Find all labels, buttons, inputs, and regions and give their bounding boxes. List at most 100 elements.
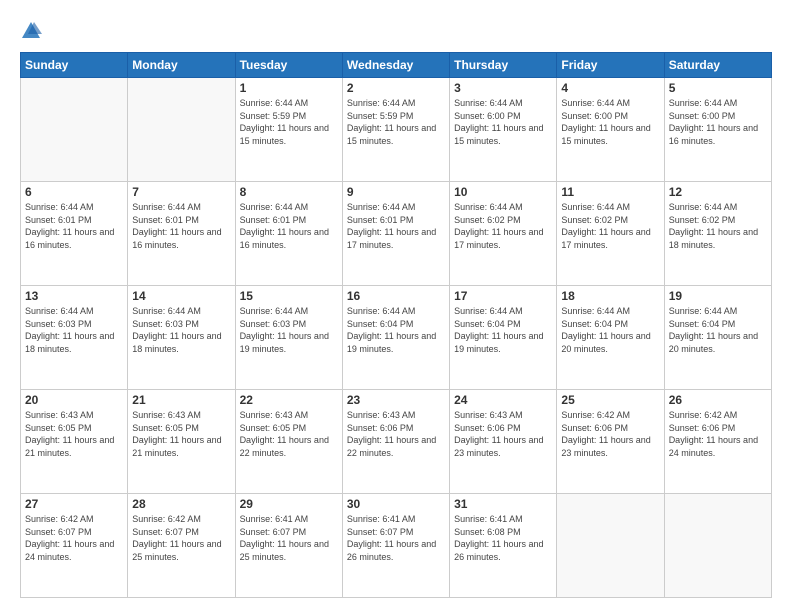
day-info: Sunrise: 6:42 AM Sunset: 6:07 PM Dayligh… [25, 513, 123, 563]
calendar-header-row: SundayMondayTuesdayWednesdayThursdayFrid… [21, 53, 772, 78]
day-number: 8 [240, 185, 338, 199]
calendar-cell: 1 Sunrise: 6:44 AM Sunset: 5:59 PM Daylig… [235, 78, 342, 182]
calendar-cell: 24 Sunrise: 6:43 AM Sunset: 6:06 PM Dayli… [450, 390, 557, 494]
day-info: Sunrise: 6:44 AM Sunset: 6:03 PM Dayligh… [25, 305, 123, 355]
calendar-cell: 18 Sunrise: 6:44 AM Sunset: 6:04 PM Dayli… [557, 286, 664, 390]
day-number: 25 [561, 393, 659, 407]
day-info: Sunrise: 6:41 AM Sunset: 6:07 PM Dayligh… [347, 513, 445, 563]
day-info: Sunrise: 6:43 AM Sunset: 6:06 PM Dayligh… [454, 409, 552, 459]
day-info: Sunrise: 6:41 AM Sunset: 6:07 PM Dayligh… [240, 513, 338, 563]
calendar-cell: 22Sunrise: 6:43 AM Sunset: 6:05 PM Dayli… [235, 390, 342, 494]
day-info: Sunrise: 6:44 AM Sunset: 6:03 PM Dayligh… [132, 305, 230, 355]
calendar-cell [664, 494, 771, 598]
calendar-cell: 6 Sunrise: 6:44 AM Sunset: 6:01 PM Daylig… [21, 182, 128, 286]
calendar-cell [128, 78, 235, 182]
calendar-week-3: 20 Sunrise: 6:43 AM Sunset: 6:05 PM Dayli… [21, 390, 772, 494]
calendar-cell: 10 Sunrise: 6:44 AM Sunset: 6:02 PM Dayli… [450, 182, 557, 286]
calendar-cell: 4Sunrise: 6:44 AM Sunset: 6:00 PM Daylig… [557, 78, 664, 182]
day-info: Sunrise: 6:44 AM Sunset: 6:01 PM Dayligh… [347, 201, 445, 251]
calendar-header-sunday: Sunday [21, 53, 128, 78]
day-number: 1 [240, 81, 338, 95]
day-info: Sunrise: 6:44 AM Sunset: 6:00 PM Dayligh… [669, 97, 767, 147]
day-number: 19 [669, 289, 767, 303]
page: SundayMondayTuesdayWednesdayThursdayFrid… [0, 0, 792, 612]
calendar-week-1: 6 Sunrise: 6:44 AM Sunset: 6:01 PM Daylig… [21, 182, 772, 286]
day-info: Sunrise: 6:43 AM Sunset: 6:05 PM Dayligh… [25, 409, 123, 459]
day-info: Sunrise: 6:44 AM Sunset: 6:02 PM Dayligh… [561, 201, 659, 251]
calendar-cell: 12Sunrise: 6:44 AM Sunset: 6:02 PM Dayli… [664, 182, 771, 286]
logo-icon [20, 20, 42, 42]
day-info: Sunrise: 6:41 AM Sunset: 6:08 PM Dayligh… [454, 513, 552, 563]
calendar-header-monday: Monday [128, 53, 235, 78]
calendar-cell [557, 494, 664, 598]
calendar-header-tuesday: Tuesday [235, 53, 342, 78]
day-number: 27 [25, 497, 123, 511]
calendar: SundayMondayTuesdayWednesdayThursdayFrid… [20, 52, 772, 598]
day-number: 18 [561, 289, 659, 303]
day-number: 26 [669, 393, 767, 407]
calendar-cell: 11 Sunrise: 6:44 AM Sunset: 6:02 PM Dayli… [557, 182, 664, 286]
day-info: Sunrise: 6:43 AM Sunset: 6:06 PM Dayligh… [347, 409, 445, 459]
day-number: 3 [454, 81, 552, 95]
day-number: 24 [454, 393, 552, 407]
day-number: 28 [132, 497, 230, 511]
day-number: 16 [347, 289, 445, 303]
day-info: Sunrise: 6:44 AM Sunset: 6:01 PM Dayligh… [132, 201, 230, 251]
calendar-cell: 16Sunrise: 6:44 AM Sunset: 6:04 PM Dayli… [342, 286, 449, 390]
calendar-cell: 23Sunrise: 6:43 AM Sunset: 6:06 PM Dayli… [342, 390, 449, 494]
day-number: 10 [454, 185, 552, 199]
calendar-cell: 17Sunrise: 6:44 AM Sunset: 6:04 PM Dayli… [450, 286, 557, 390]
day-info: Sunrise: 6:42 AM Sunset: 6:06 PM Dayligh… [669, 409, 767, 459]
day-info: Sunrise: 6:44 AM Sunset: 6:03 PM Dayligh… [240, 305, 338, 355]
calendar-cell: 13 Sunrise: 6:44 AM Sunset: 6:03 PM Dayli… [21, 286, 128, 390]
day-number: 9 [347, 185, 445, 199]
day-number: 4 [561, 81, 659, 95]
calendar-cell: 2Sunrise: 6:44 AM Sunset: 5:59 PM Daylig… [342, 78, 449, 182]
day-number: 21 [132, 393, 230, 407]
calendar-week-4: 27 Sunrise: 6:42 AM Sunset: 6:07 PM Dayli… [21, 494, 772, 598]
day-number: 5 [669, 81, 767, 95]
calendar-cell: 19 Sunrise: 6:44 AM Sunset: 6:04 PM Dayli… [664, 286, 771, 390]
calendar-cell: 14 Sunrise: 6:44 AM Sunset: 6:03 PM Dayli… [128, 286, 235, 390]
calendar-header-wednesday: Wednesday [342, 53, 449, 78]
calendar-cell: 8 Sunrise: 6:44 AM Sunset: 6:01 PM Daylig… [235, 182, 342, 286]
day-info: Sunrise: 6:44 AM Sunset: 5:59 PM Dayligh… [240, 97, 338, 147]
day-number: 7 [132, 185, 230, 199]
day-info: Sunrise: 6:44 AM Sunset: 6:04 PM Dayligh… [561, 305, 659, 355]
calendar-cell: 31 Sunrise: 6:41 AM Sunset: 6:08 PM Dayli… [450, 494, 557, 598]
day-number: 30 [347, 497, 445, 511]
day-number: 12 [669, 185, 767, 199]
day-number: 14 [132, 289, 230, 303]
day-info: Sunrise: 6:44 AM Sunset: 5:59 PM Dayligh… [347, 97, 445, 147]
calendar-header-thursday: Thursday [450, 53, 557, 78]
calendar-cell: 21 Sunrise: 6:43 AM Sunset: 6:05 PM Dayli… [128, 390, 235, 494]
calendar-cell: 7 Sunrise: 6:44 AM Sunset: 6:01 PM Daylig… [128, 182, 235, 286]
day-info: Sunrise: 6:44 AM Sunset: 6:04 PM Dayligh… [669, 305, 767, 355]
day-info: Sunrise: 6:43 AM Sunset: 6:05 PM Dayligh… [132, 409, 230, 459]
day-number: 22 [240, 393, 338, 407]
day-info: Sunrise: 6:44 AM Sunset: 6:02 PM Dayligh… [454, 201, 552, 251]
calendar-cell: 25Sunrise: 6:42 AM Sunset: 6:06 PM Dayli… [557, 390, 664, 494]
day-number: 6 [25, 185, 123, 199]
day-number: 13 [25, 289, 123, 303]
calendar-cell: 30 Sunrise: 6:41 AM Sunset: 6:07 PM Dayli… [342, 494, 449, 598]
day-number: 31 [454, 497, 552, 511]
day-number: 29 [240, 497, 338, 511]
day-info: Sunrise: 6:42 AM Sunset: 6:07 PM Dayligh… [132, 513, 230, 563]
day-info: Sunrise: 6:44 AM Sunset: 6:01 PM Dayligh… [25, 201, 123, 251]
calendar-week-0: 1 Sunrise: 6:44 AM Sunset: 5:59 PM Daylig… [21, 78, 772, 182]
calendar-cell: 9 Sunrise: 6:44 AM Sunset: 6:01 PM Daylig… [342, 182, 449, 286]
header [20, 18, 772, 42]
calendar-cell: 28 Sunrise: 6:42 AM Sunset: 6:07 PM Dayli… [128, 494, 235, 598]
calendar-cell: 15Sunrise: 6:44 AM Sunset: 6:03 PM Dayli… [235, 286, 342, 390]
calendar-cell: 20 Sunrise: 6:43 AM Sunset: 6:05 PM Dayli… [21, 390, 128, 494]
calendar-cell: 5 Sunrise: 6:44 AM Sunset: 6:00 PM Daylig… [664, 78, 771, 182]
day-number: 11 [561, 185, 659, 199]
calendar-cell: 26 Sunrise: 6:42 AM Sunset: 6:06 PM Dayli… [664, 390, 771, 494]
calendar-cell: 3Sunrise: 6:44 AM Sunset: 6:00 PM Daylig… [450, 78, 557, 182]
day-number: 17 [454, 289, 552, 303]
day-number: 20 [25, 393, 123, 407]
day-info: Sunrise: 6:44 AM Sunset: 6:01 PM Dayligh… [240, 201, 338, 251]
calendar-header-saturday: Saturday [664, 53, 771, 78]
calendar-header-friday: Friday [557, 53, 664, 78]
